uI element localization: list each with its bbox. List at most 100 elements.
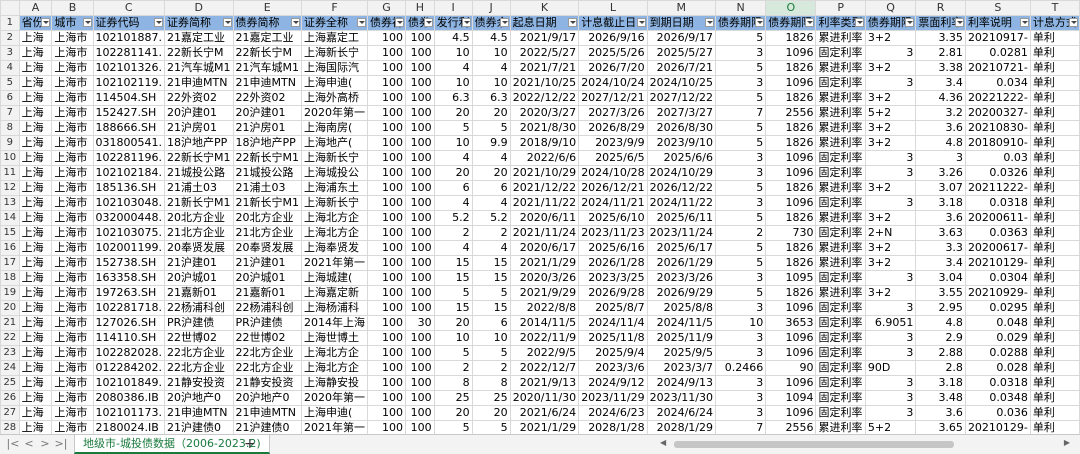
grid-cell[interactable]: 上海市 [51,195,94,211]
grid-cell[interactable]: 2020/11/30 [509,390,580,406]
grid-cell[interactable]: 2024/11/21 [578,195,648,211]
filter-dropdown-icon[interactable] [568,18,578,27]
column-header[interactable]: L [578,0,648,16]
grid-cell[interactable]: 1096 [765,405,817,421]
grid-cell[interactable]: 2 [471,360,511,376]
grid-cell[interactable]: 0.0304 [964,270,1031,286]
grid-cell[interactable]: 100 [405,165,435,181]
grid-cell[interactable]: 上海嘉定工 [301,30,369,46]
grid-cell[interactable]: 20沪城01 [164,270,234,286]
grid-cell[interactable]: 2.8 [915,360,966,376]
grid-cell[interactable]: 上海 [18,405,53,421]
grid-cell[interactable]: 100 [405,420,435,434]
grid-cell[interactable]: 3.18 [915,375,966,391]
grid-cell[interactable]: 20奉贤发展 [164,240,234,256]
grid-cell[interactable]: 3.4 [915,75,966,91]
grid-cell[interactable]: 2+N [864,225,917,241]
grid-cell[interactable]: 3.4 [915,255,966,271]
cell-table[interactable]: A B C D E F G H I J K L M N O P Q R S T 1 省份 城市 证券代码 证券简称 债券简称 证券全… [0,0,1080,434]
grid-cell[interactable]: 5 [471,345,511,361]
grid-cell[interactable]: 3653 [765,315,817,331]
column-header[interactable]: F [301,0,369,16]
grid-cell[interactable]: 100 [405,270,435,286]
grid-cell[interactable]: 2024/6/24 [646,405,717,421]
grid-cell[interactable]: 5.2 [433,210,473,226]
grid-cell[interactable]: 21浦土03 [164,180,234,196]
grid-cell[interactable]: 固定利率 [815,330,866,346]
grid-cell[interactable]: 20180910- [964,135,1031,151]
grid-cell[interactable]: 21汽车城M1 [164,60,234,76]
filter-dropdown-icon[interactable] [461,18,471,27]
grid-cell[interactable]: 固定利率 [815,45,866,61]
row-header[interactable]: 21 [0,315,20,331]
grid-cell[interactable]: 固定利率 [815,405,866,421]
grid-cell[interactable]: 固定利率 [815,375,866,391]
grid-cell[interactable]: 20210129- [964,255,1031,271]
grid-cell[interactable]: 21申迪MTN [232,405,303,421]
grid-cell[interactable]: 22北方企业 [232,345,303,361]
grid-cell[interactable]: 100 [405,210,435,226]
grid-cell[interactable]: 2024/11/4 [578,315,648,331]
grid-cell[interactable]: 1095 [765,270,817,286]
last-sheet-icon[interactable]: >| [54,437,68,451]
grid-cell[interactable]: 3 [864,45,917,61]
grid-cell[interactable]: 2025/6/17 [646,240,717,256]
grid-cell[interactable]: 20200327- [964,105,1031,121]
grid-cell[interactable]: 上海市 [51,135,94,151]
row-header[interactable]: 1 [0,15,20,31]
grid-cell[interactable]: 0.034 [964,75,1031,91]
grid-cell[interactable]: 22新长宁M1 [164,150,234,166]
grid-cell[interactable]: 3+2 [864,180,917,196]
grid-cell[interactable]: 上海申迪( [301,405,369,421]
grid-cell[interactable]: 3.26 [915,165,966,181]
row-header[interactable]: 14 [0,210,20,226]
grid-cell[interactable]: 100 [367,345,407,361]
column-header[interactable]: N [714,0,767,16]
grid-cell[interactable]: 上海新长宁 [301,195,369,211]
grid-cell[interactable]: 1826 [765,120,817,136]
grid-cell[interactable]: 上海市 [51,75,94,91]
grid-cell[interactable]: 5 [433,420,473,434]
grid-cell[interactable]: 30 [405,315,435,331]
grid-cell[interactable]: 102001199. [92,240,166,256]
grid-cell[interactable]: 031800541. [92,135,166,151]
grid-cell[interactable]: 固定利率 [815,195,866,211]
grid-cell[interactable]: 10 [471,330,511,346]
grid-cell[interactable]: 2025/11/9 [646,330,717,346]
grid-cell[interactable]: 4.36 [915,90,966,106]
grid-cell[interactable]: 上海外高桥 [301,90,369,106]
grid-cell[interactable]: 4 [471,195,511,211]
grid-cell[interactable]: 4 [433,150,473,166]
row-header[interactable]: 15 [0,225,20,241]
grid-cell[interactable]: 18沪地产PP [164,135,234,151]
field-header-cell[interactable]: 计息截止日 [578,15,648,31]
grid-cell[interactable]: 上海市 [51,120,94,136]
grid-cell[interactable]: 730 [765,225,817,241]
grid-cell[interactable]: 2024/10/28 [578,165,648,181]
grid-cell[interactable]: 100 [405,300,435,316]
field-header-cell[interactable]: 到期日期 [646,15,717,31]
grid-cell[interactable]: 2021/9/29 [509,285,580,301]
grid-cell[interactable]: 2 [433,360,473,376]
row-header[interactable]: 5 [0,75,20,91]
grid-cell[interactable]: 100 [405,285,435,301]
grid-cell[interactable]: 20200611- [964,210,1031,226]
grid-cell[interactable]: 102101849. [92,375,166,391]
grid-cell[interactable]: 22新长宁M1 [232,150,303,166]
grid-cell[interactable]: 100 [367,180,407,196]
grid-cell[interactable]: 3.35 [915,30,966,46]
filter-dropdown-icon[interactable] [357,18,367,27]
grid-cell[interactable]: 197263.SH [92,285,166,301]
first-sheet-icon[interactable]: |< [6,437,20,451]
grid-cell[interactable]: 20沪地产0 [232,390,303,406]
grid-cell[interactable]: 2.88 [915,345,966,361]
grid-cell[interactable]: 22世博02 [164,330,234,346]
grid-cell[interactable]: 100 [405,105,435,121]
grid-cell[interactable]: 上海城建( [301,270,369,286]
grid-cell[interactable]: 上海 [18,270,53,286]
grid-cell[interactable]: 3 [915,150,966,166]
grid-cell[interactable]: 2026/9/16 [578,30,648,46]
grid-cell[interactable]: 10 [433,330,473,346]
grid-cell[interactable]: 2026/8/29 [578,120,648,136]
grid-cell[interactable]: 3.07 [915,180,966,196]
